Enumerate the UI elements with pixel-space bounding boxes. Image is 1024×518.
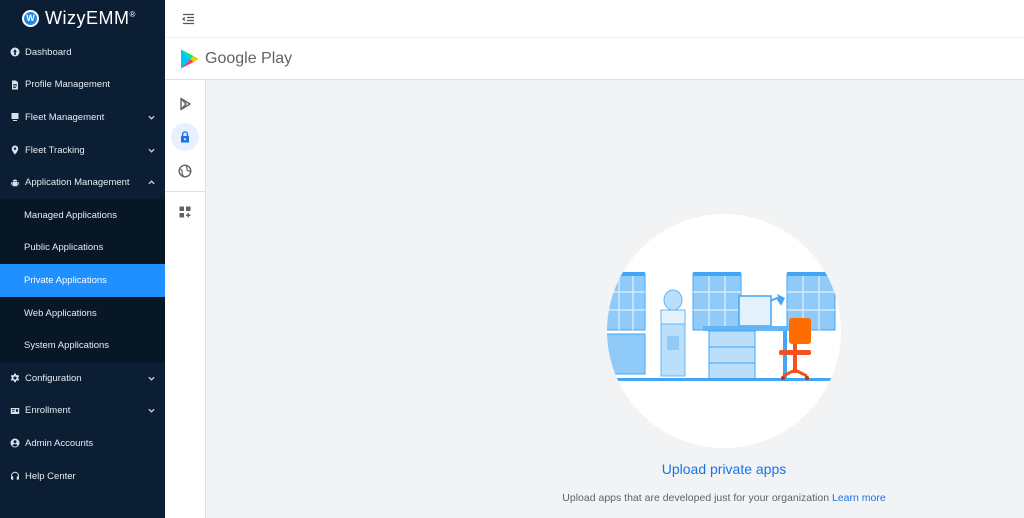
rail-divider (165, 191, 205, 192)
gear-icon (9, 373, 20, 384)
application-management-submenu: Managed Applications Public Applications… (0, 198, 165, 362)
sidebar-subitem-private-applications[interactable]: Private Applications (0, 264, 165, 297)
google-play-logo-icon (181, 49, 198, 68)
rail-web-apps-button[interactable] (171, 157, 199, 185)
sidebar-item-enrollment[interactable]: Enrollment (0, 395, 165, 428)
sidebar-item-label: Dashboard (25, 46, 72, 58)
sidebar-subitem-public-applications[interactable]: Public Applications (0, 232, 165, 265)
sidebar-item-label: Help Center (25, 470, 76, 482)
globe-icon (178, 164, 192, 178)
sidebar-item-label: Profile Management (25, 79, 111, 91)
office-illustration (607, 214, 841, 448)
sidebar-item-label: Fleet Tracking (25, 144, 85, 156)
sidebar: W WizyEMM® Dashboard Profile Management … (0, 0, 165, 518)
user-icon (9, 438, 20, 449)
upload-description-text: Upload apps that are developed just for … (562, 492, 830, 504)
sidebar-item-label: Fleet Management (25, 111, 105, 123)
sidebar-item-fleet-management[interactable]: Fleet Management (0, 101, 165, 134)
sidebar-item-admin-accounts[interactable]: Admin Accounts (0, 427, 165, 460)
enrollment-icon (9, 405, 20, 416)
headset-icon (9, 471, 20, 482)
sidebar-item-label: Configuration (25, 372, 82, 384)
fleet-icon (9, 112, 20, 123)
sidebar-item-label: Application Management (25, 177, 130, 189)
menu-collapse-icon[interactable] (181, 12, 195, 26)
google-play-title: Google Play (205, 49, 293, 67)
sidebar-subitem-system-applications[interactable]: System Applications (0, 329, 165, 362)
logo-text: WizyEMM® (45, 7, 136, 28)
rail-organize-apps-button[interactable] (171, 198, 199, 226)
sidebar-item-application-management[interactable]: Application Management (0, 166, 165, 199)
upload-description: Upload apps that are developed just for … (206, 492, 1024, 504)
dashboard-icon (9, 47, 20, 58)
grid-add-icon (179, 206, 191, 218)
sidebar-item-help-center[interactable]: Help Center (0, 460, 165, 493)
app-logo[interactable]: W WizyEMM® (0, 0, 165, 36)
sidebar-item-profile-management[interactable]: Profile Management (0, 69, 165, 102)
sidebar-item-label: Admin Accounts (25, 437, 94, 449)
chevron-down-icon[interactable] (147, 113, 155, 121)
logo-badge: W (22, 9, 39, 27)
lock-icon (181, 131, 189, 143)
play-store-icon (180, 97, 191, 111)
sidebar-item-fleet-tracking[interactable]: Fleet Tracking (0, 134, 165, 167)
chevron-down-icon[interactable] (147, 407, 155, 415)
sidebar-subitem-web-applications[interactable]: Web Applications (0, 297, 165, 330)
sidebar-item-dashboard[interactable]: Dashboard (0, 36, 165, 69)
location-pin-icon (9, 145, 20, 156)
sidebar-item-configuration[interactable]: Configuration (0, 362, 165, 395)
learn-more-link[interactable]: Learn more (832, 492, 886, 504)
private-apps-main: Upload private apps Upload apps that are… (206, 80, 1024, 518)
sidebar-subitem-managed-applications[interactable]: Managed Applications (0, 199, 165, 232)
upload-private-apps-link[interactable]: Upload private apps (206, 461, 1024, 477)
sidebar-item-label: Enrollment (25, 405, 71, 417)
android-icon (9, 177, 20, 188)
rail-play-store-button[interactable] (171, 90, 199, 118)
office-illustration-graphic (607, 272, 841, 381)
google-play-icon-rail (165, 80, 206, 518)
top-bar (165, 0, 1024, 38)
chevron-up-icon[interactable] (147, 179, 155, 187)
rail-private-apps-button[interactable] (171, 123, 199, 151)
chevron-down-icon[interactable] (147, 374, 155, 382)
google-play-header: Google Play (165, 38, 1024, 80)
document-icon (9, 79, 20, 90)
chevron-down-icon[interactable] (147, 146, 155, 154)
